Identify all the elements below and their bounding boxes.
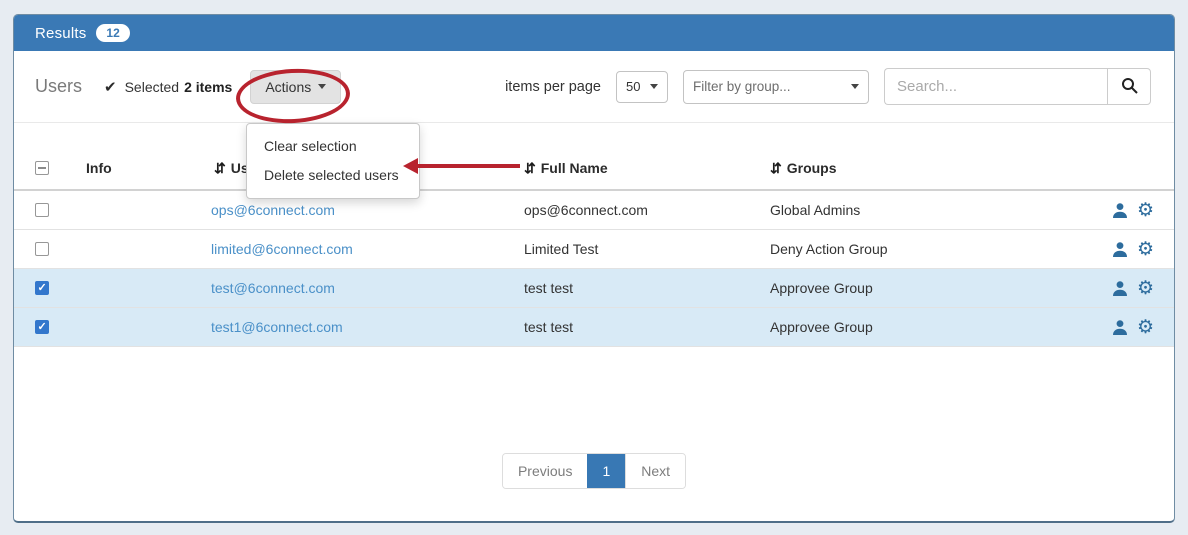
gear-icon[interactable]: ⚙ (1137, 279, 1154, 298)
panel-header: Results 12 (14, 15, 1174, 51)
results-page: Results 12 Users ✔ Selected 2 items Acti… (0, 0, 1188, 535)
full-name-cell: test test (524, 308, 756, 346)
table-row-selected: test@6connect.com test test Approvee Gro… (14, 269, 1174, 308)
items-per-page-label: items per page (505, 79, 601, 95)
user-icon[interactable] (1112, 280, 1128, 297)
full-name-cell: test test (524, 269, 756, 307)
items-per-page-select[interactable]: 50 (616, 71, 668, 103)
check-icon: ✔ (104, 78, 117, 96)
caret-down-icon (318, 84, 326, 89)
table-row-selected: test1@6connect.com test test Approvee Gr… (14, 308, 1174, 347)
search-button[interactable] (1107, 68, 1151, 105)
full-name-cell: Limited Test (524, 230, 756, 268)
sort-icon: ⇵ (524, 160, 536, 177)
group-filter-placeholder: Filter by group... (693, 79, 791, 94)
groups-cell: Global Admins (756, 191, 1104, 229)
toolbar: Users ✔ Selected 2 items Actions items p… (14, 51, 1174, 123)
current-page-button[interactable]: 1 (587, 454, 625, 488)
username-link[interactable]: test@6connect.com (211, 280, 335, 296)
full-name-cell: ops@6connect.com (524, 191, 756, 229)
caret-down-icon (851, 84, 859, 89)
gear-icon[interactable]: ⚙ (1137, 201, 1154, 220)
username-link[interactable]: limited@6connect.com (211, 241, 353, 257)
group-filter-select[interactable]: Filter by group... (683, 70, 869, 104)
sort-icon: ⇵ (770, 160, 782, 177)
caret-down-icon (650, 84, 658, 89)
column-header-full-name[interactable]: ⇵ Full Name (524, 123, 756, 189)
groups-cell: Deny Action Group (756, 230, 1104, 268)
user-icon[interactable] (1112, 241, 1128, 258)
table-header-row: Info ⇵ Username ⇵ Full Name ⇵ Groups (14, 123, 1174, 191)
selected-count: 2 items (184, 79, 232, 95)
username-link[interactable]: test1@6connect.com (211, 319, 343, 335)
search-icon (1121, 77, 1138, 97)
toolbar-right: items per page 50 Filter by group... (505, 68, 1151, 105)
column-header-groups[interactable]: ⇵ Groups (756, 123, 1104, 189)
info-cell (64, 308, 211, 346)
menu-item-clear-selection[interactable]: Clear selection (247, 132, 419, 161)
info-cell (64, 230, 211, 268)
groups-cell: Approvee Group (756, 308, 1104, 346)
user-icon[interactable] (1112, 319, 1128, 336)
results-panel: Results 12 Users ✔ Selected 2 items Acti… (13, 14, 1175, 523)
section-title: Users (35, 76, 82, 97)
row-checkbox-checked[interactable] (35, 281, 49, 295)
actions-dropdown-menu: Clear selection Delete selected users (246, 123, 420, 199)
column-header-info[interactable]: Info (64, 123, 211, 189)
sort-icon: ⇵ (214, 160, 226, 177)
table-row: ops@6connect.com ops@6connect.com Global… (14, 191, 1174, 230)
gear-icon[interactable]: ⚙ (1137, 318, 1154, 337)
info-cell (64, 191, 211, 229)
groups-cell: Approvee Group (756, 269, 1104, 307)
gear-icon[interactable]: ⚙ (1137, 240, 1154, 259)
menu-item-delete-selected-users[interactable]: Delete selected users (247, 161, 419, 190)
search-group (884, 68, 1151, 105)
panel-title: Results (35, 25, 86, 42)
items-per-page-value: 50 (626, 79, 640, 94)
user-icon[interactable] (1112, 202, 1128, 219)
search-input[interactable] (884, 68, 1107, 105)
actions-button-label: Actions (265, 79, 311, 95)
row-checkbox[interactable] (35, 203, 49, 217)
actions-button[interactable]: Actions (250, 70, 341, 104)
row-checkbox-checked[interactable] (35, 320, 49, 334)
selected-label: Selected (125, 79, 179, 95)
next-page-button[interactable]: Next (625, 454, 685, 488)
table-row: limited@6connect.com Limited Test Deny A… (14, 230, 1174, 269)
results-count-badge: 12 (96, 24, 129, 42)
previous-page-button[interactable]: Previous (503, 454, 587, 488)
pagination: Previous 1 Next (14, 453, 1174, 489)
username-link[interactable]: ops@6connect.com (211, 202, 335, 218)
row-checkbox[interactable] (35, 242, 49, 256)
select-all-checkbox[interactable] (35, 161, 49, 175)
info-cell (64, 269, 211, 307)
